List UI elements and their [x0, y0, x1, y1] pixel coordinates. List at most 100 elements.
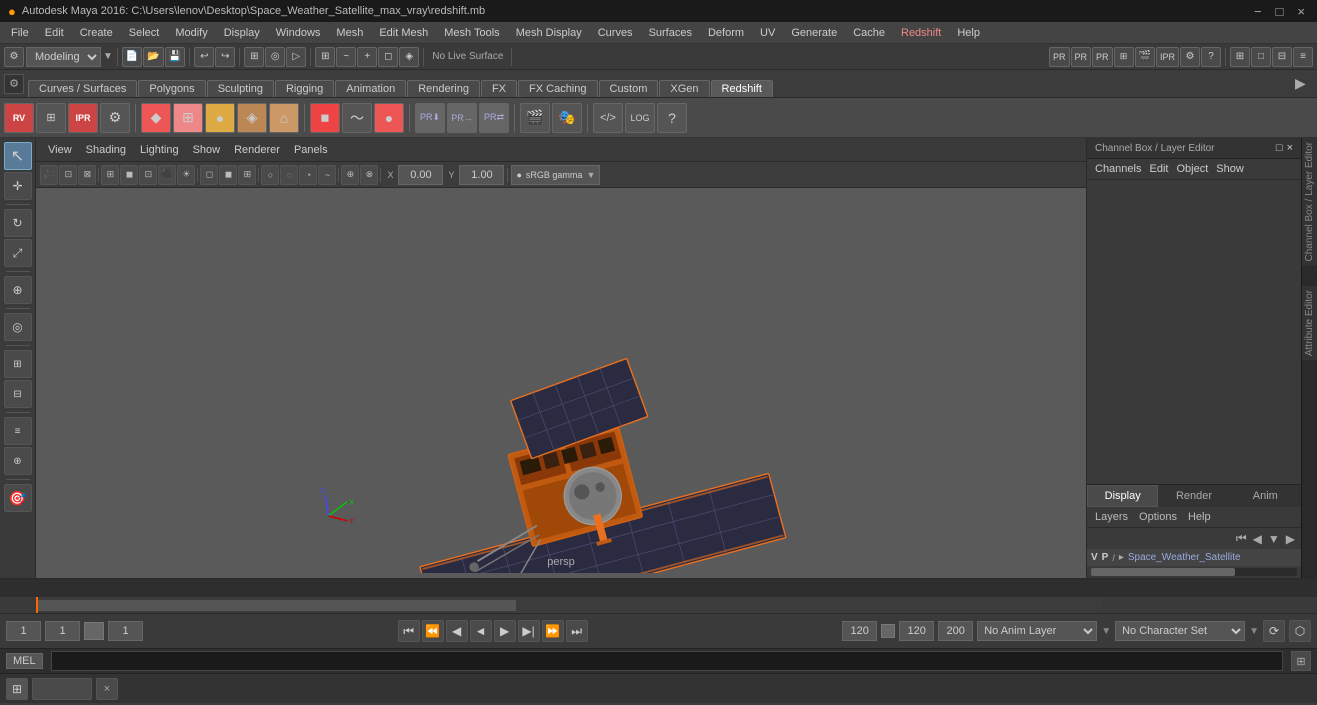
- help-btn[interactable]: ?: [1201, 47, 1221, 67]
- menu-create[interactable]: Create: [73, 25, 120, 41]
- channels-menu[interactable]: Channels: [1091, 162, 1145, 176]
- total-frames-input[interactable]: [938, 621, 973, 641]
- menu-file[interactable]: File: [4, 25, 36, 41]
- universal-tool-btn[interactable]: ⊕: [4, 276, 32, 304]
- pr3-btn[interactable]: PR: [1092, 47, 1113, 67]
- layer-nav-next-btn[interactable]: ▶: [1284, 532, 1297, 546]
- help-layers-menu[interactable]: Help: [1184, 510, 1215, 524]
- window-strip-item1[interactable]: [32, 678, 92, 700]
- goto-start-btn[interactable]: ⏮: [398, 620, 420, 642]
- menu-display[interactable]: Display: [217, 25, 267, 41]
- shelf-tab-fx[interactable]: FX: [481, 80, 517, 97]
- snap-point-btn[interactable]: +: [357, 47, 377, 67]
- shelf-tab-xgen[interactable]: XGen: [659, 80, 709, 97]
- vp-isolate2-btn[interactable]: ⊗: [360, 165, 378, 185]
- attr-btn[interactable]: ≡: [4, 417, 32, 445]
- menu-cache[interactable]: Cache: [846, 25, 892, 41]
- next-frame-btn[interactable]: ▶|: [518, 620, 540, 642]
- shelf-icon-shape4[interactable]: ◈: [237, 103, 267, 133]
- channel-box-side-label[interactable]: Channel Box / Layer Editor: [1302, 138, 1317, 266]
- shelf-icon-ipr[interactable]: IPR: [68, 103, 98, 133]
- vp-menu-panels[interactable]: Panels: [288, 142, 334, 158]
- frame-indicator[interactable]: [84, 622, 104, 640]
- select-by-name-btn[interactable]: ⊞: [244, 47, 264, 67]
- shelf-icon-help[interactable]: ?: [657, 103, 687, 133]
- shelf-tab-rigging[interactable]: Rigging: [275, 80, 334, 97]
- snap-all-btn[interactable]: 🎯: [4, 484, 32, 512]
- shelf-icon-shape2[interactable]: ⊞: [173, 103, 203, 133]
- shelf-tab-polygons[interactable]: Polygons: [138, 80, 205, 97]
- window-close-btn[interactable]: ×: [96, 678, 118, 700]
- play-back-btn[interactable]: ◄: [470, 620, 492, 642]
- step-back-btn[interactable]: ⏪: [422, 620, 444, 642]
- shelf-icon-red-cube[interactable]: ◼: [310, 103, 340, 133]
- goto-end-btn[interactable]: ⏭: [566, 620, 588, 642]
- lasso-btn[interactable]: ◎: [265, 47, 285, 67]
- tab-render[interactable]: Render: [1158, 485, 1229, 507]
- single-view-btn[interactable]: □: [1251, 47, 1271, 67]
- workspace-select[interactable]: Modeling: [26, 47, 101, 67]
- anim-layer-select[interactable]: No Anim Layer: [977, 621, 1097, 641]
- close-button[interactable]: ×: [1293, 4, 1309, 19]
- menu-curves[interactable]: Curves: [591, 25, 640, 41]
- shelf-tab-redshift[interactable]: Redshift: [711, 80, 773, 97]
- tab-display[interactable]: Display: [1087, 485, 1158, 507]
- soft-sel-btn[interactable]: ◎: [4, 313, 32, 341]
- shelf-tab-sculpting[interactable]: Sculpting: [207, 80, 274, 97]
- vp-light-btn[interactable]: ☀: [177, 165, 195, 185]
- shelf-tab-custom[interactable]: Custom: [599, 80, 659, 97]
- vp-cam3-btn[interactable]: ⊠: [78, 165, 96, 185]
- pr1-btn[interactable]: PR: [1049, 47, 1070, 67]
- attribute-editor-side-label[interactable]: Attribute Editor: [1302, 286, 1317, 360]
- gamma-selector[interactable]: ● sRGB gamma ▼: [511, 165, 600, 185]
- shelf-icon-code[interactable]: </>: [593, 103, 623, 133]
- timeline-content[interactable]: [36, 597, 1102, 613]
- select-tool-btn[interactable]: ↖: [4, 142, 32, 170]
- rp-float-btn[interactable]: □: [1276, 142, 1283, 154]
- move-tool-btn[interactable]: ✛: [4, 172, 32, 200]
- save-btn[interactable]: 💾: [165, 47, 185, 67]
- comp-mode-btn[interactable]: ⊕: [4, 447, 32, 475]
- status-settings-btn[interactable]: ⊞: [1291, 651, 1311, 671]
- shelf-tab-animation[interactable]: Animation: [335, 80, 406, 97]
- snap-grid-btn[interactable]: ⊞: [315, 47, 335, 67]
- window-icon-btn[interactable]: ⊞: [6, 678, 28, 700]
- panel-btn[interactable]: ≡: [1293, 47, 1313, 67]
- script-input[interactable]: [51, 651, 1283, 671]
- vp-menu-show[interactable]: Show: [187, 142, 227, 158]
- menu-mesh[interactable]: Mesh: [329, 25, 370, 41]
- shelf-icon-render2[interactable]: 🎭: [552, 103, 582, 133]
- vp-menu-shading[interactable]: Shading: [80, 142, 132, 158]
- vp-shading-btn[interactable]: ◼: [120, 165, 138, 185]
- vp-shdg-mode2-btn[interactable]: ◼: [219, 165, 237, 185]
- vp-mo-blur-btn[interactable]: ◌: [280, 165, 298, 185]
- shelf-tab-curves[interactable]: Curves / Surfaces: [28, 80, 137, 97]
- ipr-btn[interactable]: IPR: [1156, 47, 1179, 67]
- menu-mesh-display[interactable]: Mesh Display: [509, 25, 589, 41]
- menu-surfaces[interactable]: Surfaces: [642, 25, 699, 41]
- menu-select[interactable]: Select: [122, 25, 167, 41]
- new-scene-btn[interactable]: 📄: [122, 47, 142, 67]
- vp-depth-btn[interactable]: ◔: [299, 165, 317, 185]
- mel-python-toggle[interactable]: MEL: [6, 653, 43, 669]
- show-menu[interactable]: Show: [1212, 162, 1248, 176]
- frame-start-input[interactable]: [6, 621, 41, 641]
- snap-surface-btn[interactable]: ◈: [399, 47, 419, 67]
- options-menu[interactable]: Options: [1135, 510, 1181, 524]
- play-fwd-btn[interactable]: ▶: [494, 620, 516, 642]
- prev-frame-btn[interactable]: ◀: [446, 620, 468, 642]
- shelf-icon-rv[interactable]: RV: [4, 103, 34, 133]
- shelf-icon-pr3[interactable]: PR⇄: [479, 103, 509, 133]
- frame-field-input[interactable]: [108, 621, 143, 641]
- shelf-gear-icon[interactable]: ⚙: [4, 74, 24, 94]
- vp-aa-btn[interactable]: ~: [318, 165, 336, 185]
- menu-generate[interactable]: Generate: [784, 25, 844, 41]
- show-hide-btn[interactable]: ⊞: [4, 350, 32, 378]
- vp-camera-btn[interactable]: 🎥: [40, 165, 58, 185]
- shelf-icon-circle[interactable]: ●: [374, 103, 404, 133]
- menu-edit-mesh[interactable]: Edit Mesh: [372, 25, 435, 41]
- menu-edit[interactable]: Edit: [38, 25, 71, 41]
- rotate-tool-btn[interactable]: ↻: [4, 209, 32, 237]
- settings-btn2[interactable]: ⚙: [1180, 47, 1200, 67]
- isolate-btn[interactable]: ⊟: [4, 380, 32, 408]
